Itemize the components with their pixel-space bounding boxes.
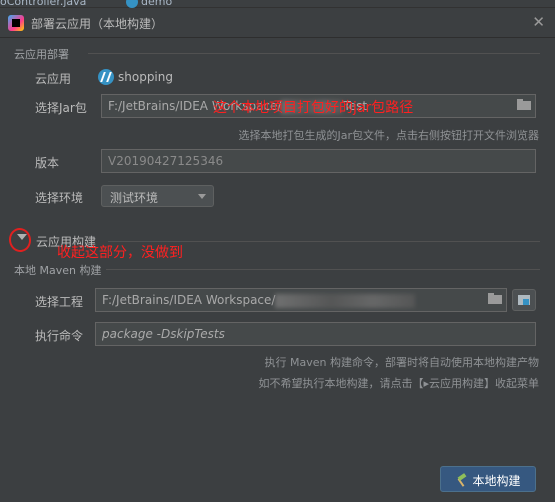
- folder-icon[interactable]: [517, 99, 531, 110]
- project-label: 选择工程: [35, 295, 84, 309]
- project-path-field[interactable]: F:/JetBrains/IDEA Workspace/: [95, 288, 507, 312]
- deploy-dialog: 部署云应用（本地构建） ✕ 云应用部署 云应用 shopping 选择Jar包 …: [0, 8, 555, 502]
- module-icon: [126, 0, 138, 8]
- app-name: shopping: [118, 70, 173, 84]
- project-browse-icon[interactable]: [512, 289, 536, 311]
- folder-icon[interactable]: [488, 293, 502, 304]
- version-label: 版本: [35, 156, 60, 170]
- editor-tab-controller[interactable]: oController.java: [0, 0, 86, 8]
- redacted-path: [275, 293, 416, 308]
- env-selected-value: 测试环境: [110, 191, 159, 205]
- annotation-collapse-note: 收起这部分，没做到: [57, 245, 183, 261]
- annotation-jar-note: 这个本地项目打包好的jar包路径: [213, 100, 414, 116]
- dialog-title: 部署云应用（本地构建）: [31, 17, 164, 31]
- editor-tab-demo-label: demo: [141, 0, 173, 8]
- hammer-icon: [455, 475, 467, 487]
- intellij-app-icon: [8, 15, 24, 31]
- project-path-value: F:/JetBrains/IDEA Workspace/: [102, 293, 276, 307]
- section-divider: [106, 269, 540, 270]
- command-field[interactable]: package -DskipTests: [95, 322, 536, 346]
- env-label: 选择环境: [35, 191, 84, 205]
- env-select[interactable]: 测试环境: [101, 185, 214, 207]
- version-field[interactable]: V20190427125346: [101, 149, 536, 173]
- jar-label: 选择Jar包: [35, 101, 87, 115]
- local-build-button[interactable]: 本地构建: [440, 466, 536, 492]
- chevron-down-icon: [198, 194, 206, 199]
- annotation-circle: [7, 226, 33, 254]
- command-label: 执行命令: [35, 329, 84, 343]
- dialog-titlebar[interactable]: 部署云应用（本地构建） ✕: [0, 8, 555, 38]
- editor-tab-strip: oController.java demo: [0, 0, 555, 8]
- section-local-build-title: 本地 Maven 构建: [14, 264, 102, 277]
- jar-hint: 选择本地打包生成的Jar包文件，点击右侧按钮打开文件浏览器: [238, 129, 539, 142]
- local-build-button-label: 本地构建: [472, 474, 521, 488]
- section-cloud-deploy-title: 云应用部署: [14, 48, 69, 61]
- editor-tab-demo[interactable]: demo: [126, 0, 172, 8]
- maven-hint-1: 执行 Maven 构建命令，部署时将自动使用本地构建产物: [264, 356, 539, 369]
- maven-hint-2: 如不希望执行本地构建，请点击【▸云应用构建】收起菜单: [258, 377, 539, 390]
- section-divider: [88, 53, 540, 54]
- app-icon: [98, 69, 114, 85]
- close-icon[interactable]: ✕: [532, 13, 545, 31]
- app-label: 云应用: [35, 72, 72, 86]
